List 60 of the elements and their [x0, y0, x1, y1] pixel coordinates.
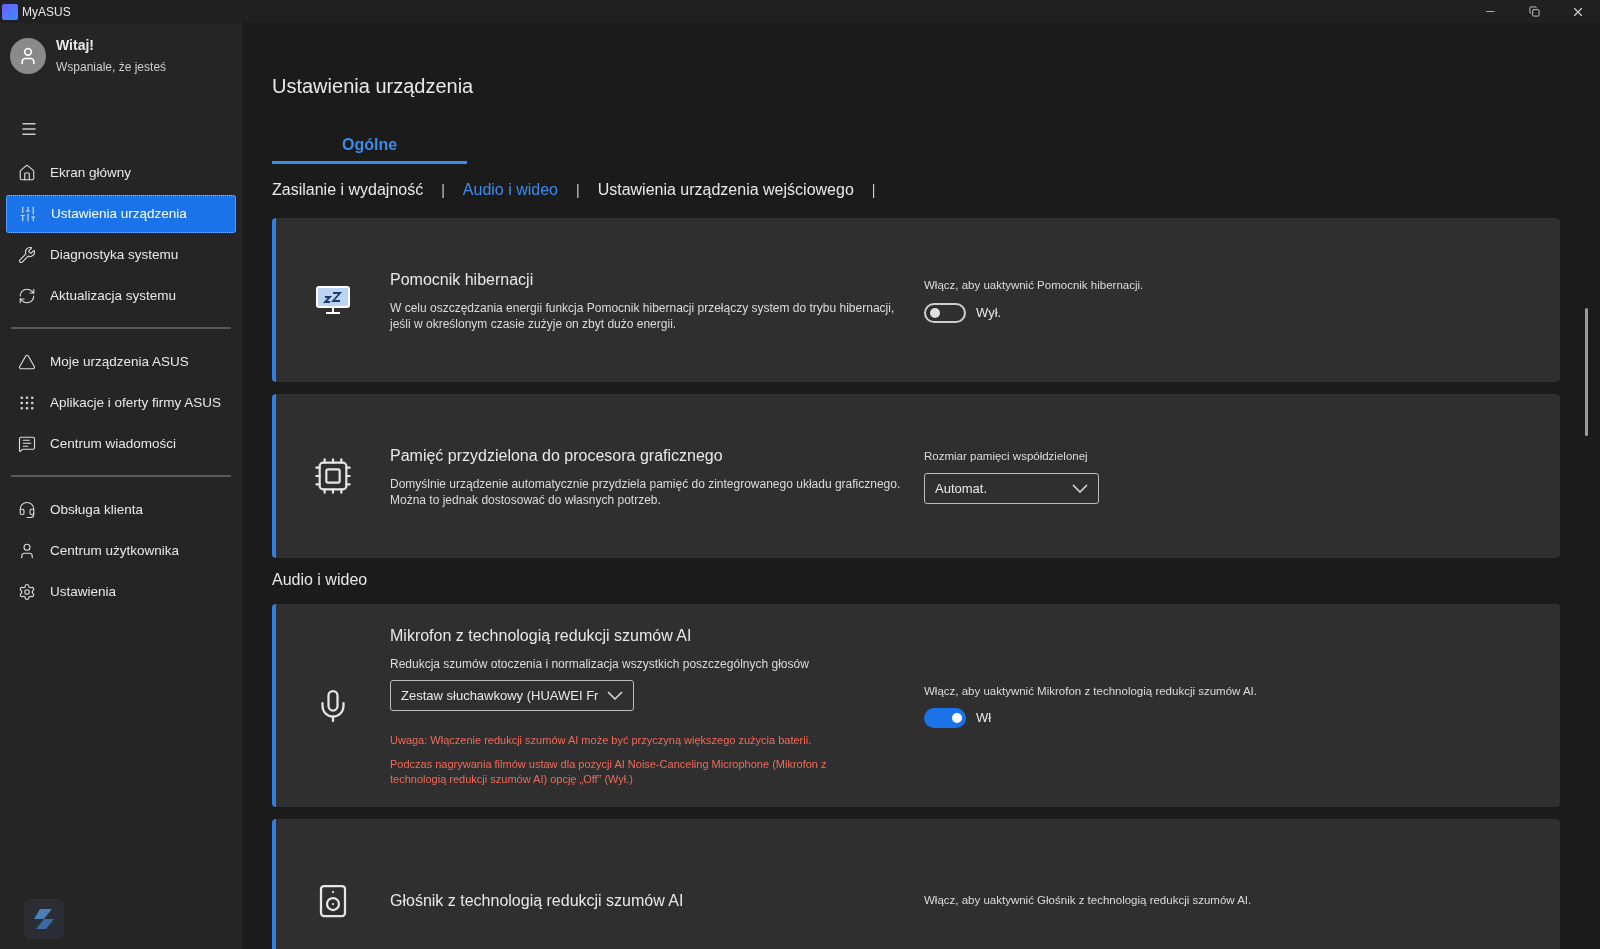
assistant-logo-icon[interactable]: [24, 899, 64, 939]
wrench-icon: [18, 246, 36, 264]
control-label: Włącz, aby uaktywnić Mikrofon z technologią redukcji szumów AI.: [924, 683, 1257, 699]
chevron-down-icon: [607, 691, 623, 700]
card-title: Pamięć przydzielona do procesora graficznego: [390, 446, 724, 466]
section-link[interactable]: Zasilanie i wydajność: [272, 178, 424, 202]
sidebar-item[interactable]: Aplikacje i oferty firmy ASUS: [6, 384, 236, 422]
control-label: Włącz, aby uaktywnić Głośnik z technologią redukcji szumów AI.: [924, 893, 1252, 909]
sidebar-item[interactable]: Diagnostyka systemu: [6, 236, 236, 274]
device-dropdown[interactable]: Zestaw słuchawkowy (HUAWEI Fr: [390, 680, 634, 711]
refresh-icon: [18, 287, 36, 305]
grid-icon: [18, 394, 36, 412]
app-logo-icon: [2, 3, 18, 20]
memory-gpu-icon: [313, 456, 353, 496]
sidebar-item[interactable]: Moje urządzenia ASUS: [6, 343, 236, 381]
greeting-subtitle: Wspaniale, że jesteś: [56, 59, 167, 76]
warning-text: Podczas nagrywania filmów ustaw dla pozycji AI Noise-Canceling Microphone (Mikrofon z technologią redukcji szumów AI) opcję „Off” (Wył.): [390, 757, 828, 787]
sidebar-item[interactable]: Ekran główny: [6, 154, 236, 192]
separator-text: |: [441, 180, 445, 200]
card-title: Pomocnik hibernacji: [390, 270, 535, 290]
control-label: Rozmiar pamięci współdzielonej: [924, 448, 1089, 464]
sidebar-item[interactable]: Centrum użytkownika: [6, 532, 236, 570]
toggle-switch[interactable]: [924, 302, 966, 323]
gear-icon: [18, 583, 36, 601]
sidebar-item[interactable]: Ustawienia urządzenia: [6, 195, 236, 233]
tab[interactable]: Ogólne: [272, 133, 467, 164]
sidebar-item[interactable]: Obsługa klienta: [6, 491, 236, 529]
card-description: W celu oszczędzania energii funkcja Pomocnik hibernacji przełączy system do trybu hibernacji, jeśli w określonym czasie zużyje on zbyt dużo energii.: [390, 300, 896, 332]
monitor-sleep-icon: [315, 285, 351, 315]
sidebar-item[interactable]: Centrum wiadomości: [6, 425, 236, 463]
card-description: Domyślnie urządzenie automatycznie przydziela pamięć do zintegrowanego układu graficznego. Można to jednak dostosować do własnych potrzeb.: [390, 476, 902, 508]
page-title: Ustawienia urządzenia: [272, 74, 475, 99]
card-title: Mikrofon z technologią redukcji szumów AI: [390, 626, 693, 646]
message-icon: [18, 435, 36, 453]
toggle-switch[interactable]: [924, 708, 966, 729]
restore-icon: [1528, 6, 1540, 17]
headset-icon: [18, 501, 36, 519]
separator-text: |: [871, 180, 876, 200]
scrollbar-thumb[interactable]: [1585, 308, 1588, 436]
avatar-icon: [10, 37, 46, 74]
section-link[interactable]: Ustawienia urządzenia wejściowego: [597, 178, 854, 202]
window-title: MyASUS: [22, 3, 71, 21]
greeting-text: Witaj!: [56, 36, 95, 55]
toggle-state-text: Wył.: [976, 303, 1002, 322]
toggle-state-text: Wł: [976, 709, 992, 728]
control-label: Włącz, aby uaktywnić Pomocnik hibernacji.: [924, 278, 1144, 294]
memory-size-dropdown[interactable]: Automat.: [924, 473, 1099, 505]
warning-text: Uwaga: Włączenie redukcji szumów AI może być przyczyną większego zużycia baterii.: [390, 733, 813, 748]
card-title: Głośnik z technologią redukcji szumów AI: [390, 891, 685, 911]
sliders-icon: [19, 205, 37, 223]
home-icon: [18, 164, 36, 182]
chevron-down-icon: [1072, 484, 1088, 494]
triangle-icon: [18, 353, 36, 371]
card-description: Redukcja szumów otoczenia i normalizacja wszystkich poszczególnych głosów: [390, 656, 810, 672]
sidebar-item[interactable]: Aktualizacja systemu: [6, 277, 236, 315]
section-link[interactable]: Audio i wideo: [462, 178, 558, 202]
user-icon: [18, 542, 36, 560]
sidebar-item[interactable]: Ustawienia: [6, 573, 236, 611]
section-heading: Audio i wideo: [272, 570, 369, 590]
separator-text: |: [576, 180, 580, 200]
